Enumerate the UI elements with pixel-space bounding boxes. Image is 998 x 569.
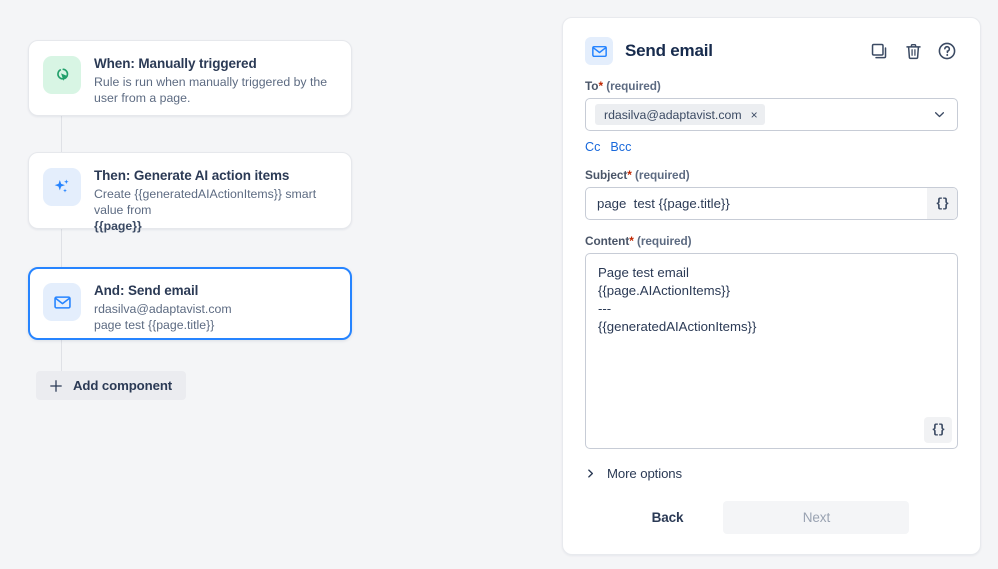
panel-title: Send email [625, 41, 713, 60]
rule-card-text: Then: Generate AI action items Create {{… [94, 167, 335, 234]
content-textarea[interactable]: Page test email {{page.AIActionItems}} -… [585, 253, 958, 449]
plus-icon [48, 378, 64, 394]
add-component-button[interactable]: Add component [36, 371, 187, 400]
smart-value-button[interactable]: {} [924, 417, 952, 443]
more-options-toggle[interactable]: More options [585, 466, 958, 481]
subject-input[interactable]: page test {{page.title}} {} [585, 187, 958, 220]
add-component-label: Add component [73, 378, 173, 393]
subject-field-group: Subject* (required) page test {{page.tit… [585, 168, 958, 220]
recipient-chip-label: rdasilva@adaptavist.com [604, 107, 742, 122]
cc-link[interactable]: Cc [585, 140, 600, 154]
subject-input-value: page test {{page.title}} [597, 196, 730, 211]
recipient-chip[interactable]: rdasilva@adaptavist.com × [595, 104, 765, 125]
envelope-icon [43, 283, 81, 321]
smart-value-button[interactable]: {} [927, 188, 957, 219]
trash-icon[interactable] [902, 40, 924, 62]
rule-card-text: And: Send email rdasilva@adaptavist.com … [94, 282, 232, 333]
panel-header: Send email [563, 18, 980, 65]
rule-card-trigger[interactable]: When: Manually triggered Rule is run whe… [28, 40, 352, 116]
content-textarea-value: Page test email {{page.AIActionItems}} -… [598, 265, 757, 334]
card-connector-line [61, 229, 62, 267]
rule-card-smart-value: {{page}} [94, 219, 142, 233]
close-icon[interactable]: × [751, 109, 758, 121]
to-input[interactable]: rdasilva@adaptavist.com × [585, 98, 958, 131]
chevron-down-icon[interactable] [932, 107, 947, 122]
card-connector-line [61, 340, 62, 372]
to-field-group: To* (required) rdasilva@adaptavist.com × [585, 79, 958, 131]
rule-card-title: And: Send email [94, 283, 199, 298]
bcc-link[interactable]: Bcc [610, 140, 631, 154]
back-button[interactable]: Back [634, 502, 702, 533]
rule-card-subtitle: Create {{generatedAIActionItems}} smart … [94, 187, 317, 217]
send-email-config-panel: Send email To* (required) rdasilva@adapt… [562, 17, 981, 555]
rule-card-generate-ai-action-items[interactable]: Then: Generate AI action items Create {{… [28, 152, 352, 233]
required-asterisk: * [629, 234, 634, 248]
required-asterisk: * [598, 79, 603, 93]
panel-form: To* (required) rdasilva@adaptavist.com ×… [563, 65, 980, 534]
content-field-label: Content* (required) [585, 234, 958, 248]
rule-card-title: Then: Generate AI action items [94, 168, 290, 183]
card-connector-line [61, 116, 62, 152]
envelope-icon [585, 37, 613, 65]
panel-header-actions [868, 40, 958, 62]
to-field-label: To* (required) [585, 79, 958, 93]
cc-bcc-links: Cc Bcc [585, 140, 958, 154]
help-icon[interactable] [936, 40, 958, 62]
rule-card-send-email[interactable]: And: Send email rdasilva@adaptavist.com … [28, 267, 352, 340]
rule-card-subtitle: Rule is run when manually triggered by t… [94, 75, 328, 105]
to-required-text: (required) [606, 79, 661, 93]
content-label-text: Content [585, 234, 630, 248]
rule-card-text: When: Manually triggered Rule is run whe… [94, 55, 335, 106]
required-asterisk: * [627, 168, 632, 182]
subject-field-label: Subject* (required) [585, 168, 958, 182]
rule-card-title: When: Manually triggered [94, 56, 257, 71]
panel-footer: Back Next [585, 501, 958, 534]
to-label-text: To [585, 79, 599, 93]
subject-required-text: (required) [635, 168, 690, 182]
content-required-text: (required) [637, 234, 692, 248]
more-options-label: More options [607, 466, 683, 481]
ai-sparkles-icon [43, 168, 81, 206]
rule-builder-canvas: When: Manually triggered Rule is run whe… [0, 0, 560, 569]
rule-card-subtitle: rdasilva@adaptavist.com page test {{page… [94, 302, 232, 332]
cursor-click-icon [43, 56, 81, 94]
subject-label-text: Subject [585, 168, 628, 182]
next-button[interactable]: Next [723, 501, 910, 534]
duplicate-icon[interactable] [868, 40, 890, 62]
chevron-right-icon [585, 467, 596, 480]
content-field-group: Content* (required) Page test email {{pa… [585, 234, 958, 449]
